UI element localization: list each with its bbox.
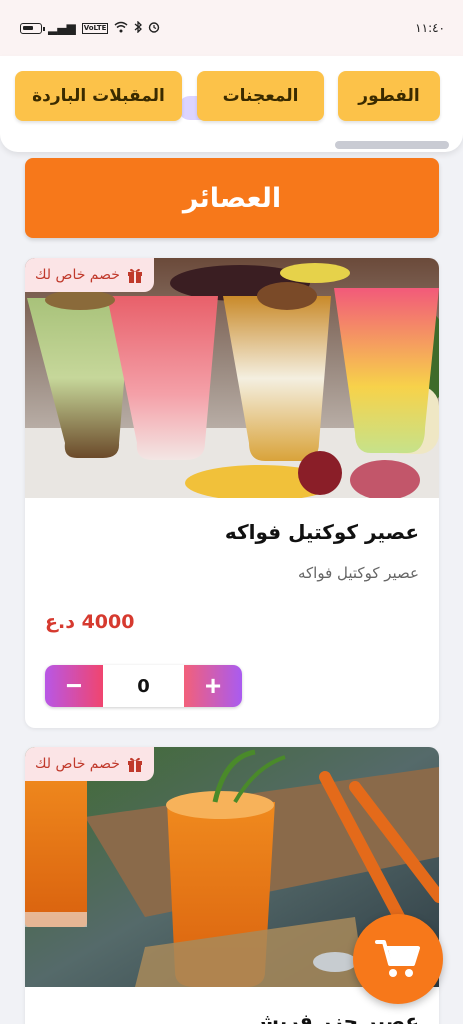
status-icons: ▂▄▆ VoLTE [20, 20, 160, 35]
category-strip[interactable]: الفطور المعجنات المقبلات الباردة [0, 56, 463, 152]
category-tab-cold-appetizers[interactable]: المقبلات الباردة [15, 71, 182, 121]
section-header-juices: العصائر [25, 158, 439, 238]
product-description: عصير كوكتيل فواكه [297, 564, 419, 582]
battery-icon [20, 22, 45, 34]
discount-badge: خصم خاص لك [25, 258, 154, 292]
category-tab-breakfast[interactable]: الفطور [338, 71, 440, 121]
bluetooth-icon [134, 20, 143, 35]
alarm-icon [148, 21, 160, 35]
product-price: 4000 د.ع [45, 611, 135, 633]
category-scrollbar[interactable] [335, 141, 449, 149]
product-image-fruit-cocktail [25, 258, 439, 498]
quantity-stepper[interactable]: − 0 + [45, 665, 242, 707]
wifi-icon [114, 21, 128, 35]
discount-badge-label: خصم خاص لك [35, 756, 120, 772]
discount-badge: خصم خاص لك [25, 747, 154, 781]
cart-icon [375, 940, 420, 977]
status-bar: ▂▄▆ VoLTE ١١:٤٠ [0, 0, 463, 56]
volte-icon: VoLTE [81, 22, 109, 34]
status-time: ١١:٤٠ [415, 21, 445, 35]
category-tab-pastries[interactable]: المعجنات [197, 71, 324, 121]
gift-icon [127, 268, 142, 283]
cart-button[interactable] [353, 914, 443, 1004]
product-name: عصير جزر فريش [251, 1009, 419, 1024]
product-name: عصير كوكتيل فواكه [224, 520, 419, 544]
signal-icon: ▂▄▆ [48, 21, 76, 35]
decrease-quantity-button[interactable]: − [45, 665, 103, 707]
discount-badge-label: خصم خاص لك [35, 267, 120, 283]
increase-quantity-button[interactable]: + [184, 665, 242, 707]
product-card[interactable]: خصم خاص لك عصير كوكتيل فواكه عصير كوكتيل… [25, 258, 439, 728]
quantity-value: 0 [103, 665, 184, 707]
gift-icon [127, 757, 142, 772]
